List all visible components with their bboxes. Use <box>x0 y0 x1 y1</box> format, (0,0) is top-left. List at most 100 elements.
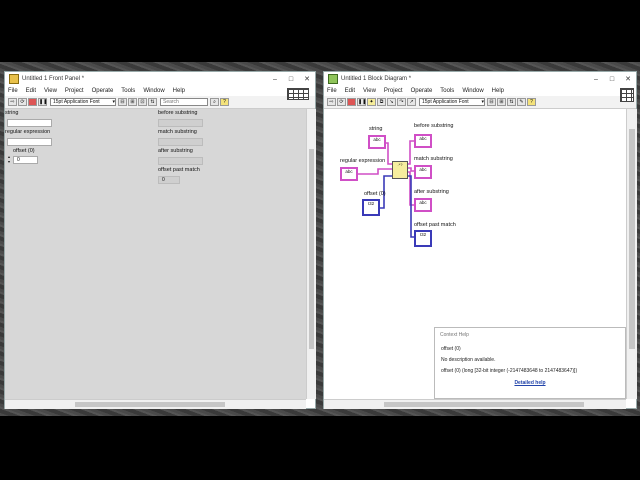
font-select[interactable]: 15pt Application Font ▾ <box>50 98 116 106</box>
block-diagram-vscroll[interactable] <box>626 109 637 399</box>
block-diagram-toolbar: ⇨ ⟳ ❚❚ ✦ ⧉ ↘ ↷ ↗ 15pt Application Font ▾ … <box>324 96 636 109</box>
context-help-title: Context Help <box>440 332 469 338</box>
distribute-icon[interactable]: ⊞ <box>128 98 137 106</box>
detailed-help-link[interactable]: Detailed help <box>435 380 625 386</box>
past-value: 0 <box>162 177 165 183</box>
menu-file[interactable]: File <box>327 88 337 94</box>
run-continuously-icon[interactable]: ⟳ <box>337 98 346 106</box>
menu-edit[interactable]: Edit <box>26 88 36 94</box>
block-diagram-title: Untitled 1 Block Diagram * <box>341 76 412 82</box>
run-arrow-icon[interactable]: ⇨ <box>8 98 17 106</box>
resize-icon[interactable]: ⊡ <box>138 98 147 106</box>
menu-window[interactable]: Window <box>143 88 164 94</box>
distribute-icon[interactable]: ⊞ <box>497 98 506 106</box>
minimize-icon[interactable]: – <box>588 76 604 83</box>
menu-tools[interactable]: Tools <box>121 88 135 94</box>
block-diagram-canvas[interactable]: string abc regular expression abc offset… <box>324 109 626 399</box>
cleanup-diagram-icon[interactable]: ✎ <box>517 98 526 106</box>
menu-operate[interactable]: Operate <box>411 88 433 94</box>
string-control[interactable] <box>7 119 52 127</box>
run-arrow-icon[interactable]: ⇨ <box>327 98 336 106</box>
abort-icon[interactable] <box>28 98 37 106</box>
offset-past-match-indicator: 0 <box>158 176 180 184</box>
string-term-text: abc <box>373 137 381 142</box>
menu-help[interactable]: Help <box>492 88 504 94</box>
front-panel-titlebar[interactable]: Untitled 1 Front Panel * – □ ✕ <box>5 72 315 86</box>
close-icon[interactable]: ✕ <box>299 75 315 83</box>
context-help-icon[interactable]: ? <box>527 98 536 106</box>
font-select-value: 15pt Application Font <box>422 99 469 105</box>
search-icon[interactable]: ⌕ <box>210 98 219 106</box>
context-help-window: Context Help offset (0) No description a… <box>434 327 626 399</box>
menu-window[interactable]: Window <box>462 88 483 94</box>
past-terminal-label: offset past match <box>414 222 456 228</box>
menu-project[interactable]: Project <box>384 88 403 94</box>
before-substring-terminal[interactable]: abc <box>414 134 432 148</box>
after-indicator-label: after substring <box>158 148 193 154</box>
step-into-icon[interactable]: ↘ <box>387 98 396 106</box>
offset-past-match-terminal[interactable]: I32 <box>414 230 432 247</box>
block-diagram-hscroll[interactable] <box>324 399 626 409</box>
search-input[interactable]: Search <box>160 98 208 106</box>
offset-control-label: offset (0) <box>13 148 35 154</box>
block-diagram-menubar: File Edit View Project Operate Tools Win… <box>324 86 636 96</box>
highlight-execution-icon[interactable]: ✦ <box>367 98 376 106</box>
match-terminal-label: match substring <box>414 156 453 162</box>
after-substring-terminal[interactable]: abc <box>414 198 432 212</box>
menu-tools[interactable]: Tools <box>440 88 454 94</box>
menu-edit[interactable]: Edit <box>345 88 355 94</box>
offset-decrement-icon[interactable]: ▾ <box>8 159 10 164</box>
before-indicator-label: before substring <box>158 110 198 116</box>
regex-terminal[interactable]: abc <box>340 167 358 181</box>
context-help-description: No description available. <box>441 357 496 363</box>
retain-wire-values-icon[interactable]: ⧉ <box>377 98 386 106</box>
maximize-icon[interactable]: □ <box>283 76 299 83</box>
align-icon[interactable]: ⊟ <box>118 98 127 106</box>
offset-numeric-control[interactable]: 0 <box>13 156 38 164</box>
offset-terminal[interactable]: I32 <box>362 199 380 216</box>
vscroll-thumb[interactable] <box>309 149 314 349</box>
match-substring-terminal[interactable]: abc <box>414 165 432 179</box>
menu-operate[interactable]: Operate <box>92 88 114 94</box>
menu-view[interactable]: View <box>44 88 57 94</box>
menu-file[interactable]: File <box>8 88 18 94</box>
connector-pane-icon[interactable] <box>287 88 309 100</box>
string-terminal-label: string <box>369 126 383 132</box>
hscroll-thumb[interactable] <box>384 402 584 407</box>
vscroll-thumb[interactable] <box>629 129 635 349</box>
context-help-icon[interactable]: ? <box>220 98 229 106</box>
front-panel-hscroll[interactable] <box>5 399 306 409</box>
regex-control[interactable] <box>7 138 52 146</box>
string-terminal[interactable]: abc <box>368 135 386 149</box>
match-substring-indicator <box>158 138 203 146</box>
menu-view[interactable]: View <box>363 88 376 94</box>
before-substring-indicator <box>158 119 203 127</box>
close-icon[interactable]: ✕ <box>620 75 636 83</box>
match-pattern-function-icon[interactable]: .*? <box>392 161 408 179</box>
reorder-icon[interactable]: ⇅ <box>507 98 516 106</box>
front-panel-vscroll[interactable] <box>306 109 316 399</box>
match-indicator-label: match substring <box>158 129 197 135</box>
pause-icon[interactable]: ❚❚ <box>357 98 366 106</box>
step-over-icon[interactable]: ↷ <box>397 98 406 106</box>
reorder-icon[interactable]: ⇅ <box>148 98 157 106</box>
run-continuously-icon[interactable]: ⟳ <box>18 98 27 106</box>
minimize-icon[interactable]: – <box>267 76 283 83</box>
align-icon[interactable]: ⊟ <box>487 98 496 106</box>
after-terminal-label: after substring <box>414 189 449 195</box>
front-panel-canvas[interactable]: string regular expression offset (0) 0 ▴… <box>5 109 306 399</box>
menu-project[interactable]: Project <box>65 88 84 94</box>
hscroll-thumb[interactable] <box>75 402 225 407</box>
font-select[interactable]: 15pt Application Font ▾ <box>419 98 485 106</box>
maximize-icon[interactable]: □ <box>604 76 620 83</box>
before-term-text: abc <box>419 136 427 141</box>
front-panel-toolbar: ⇨ ⟳ ❚❚ 15pt Application Font ▾ ⊟ ⊞ ⊡ ⇅ Se… <box>5 96 315 109</box>
block-diagram-titlebar[interactable]: Untitled 1 Block Diagram * – □ ✕ <box>324 72 636 86</box>
abort-icon[interactable] <box>347 98 356 106</box>
step-out-icon[interactable]: ↗ <box>407 98 416 106</box>
font-select-value: 15pt Application Font <box>53 99 100 105</box>
menu-help[interactable]: Help <box>173 88 185 94</box>
connector-pane-icon[interactable] <box>620 88 634 102</box>
pause-icon[interactable]: ❚❚ <box>38 98 47 106</box>
past-term-text: I32 <box>419 232 427 237</box>
